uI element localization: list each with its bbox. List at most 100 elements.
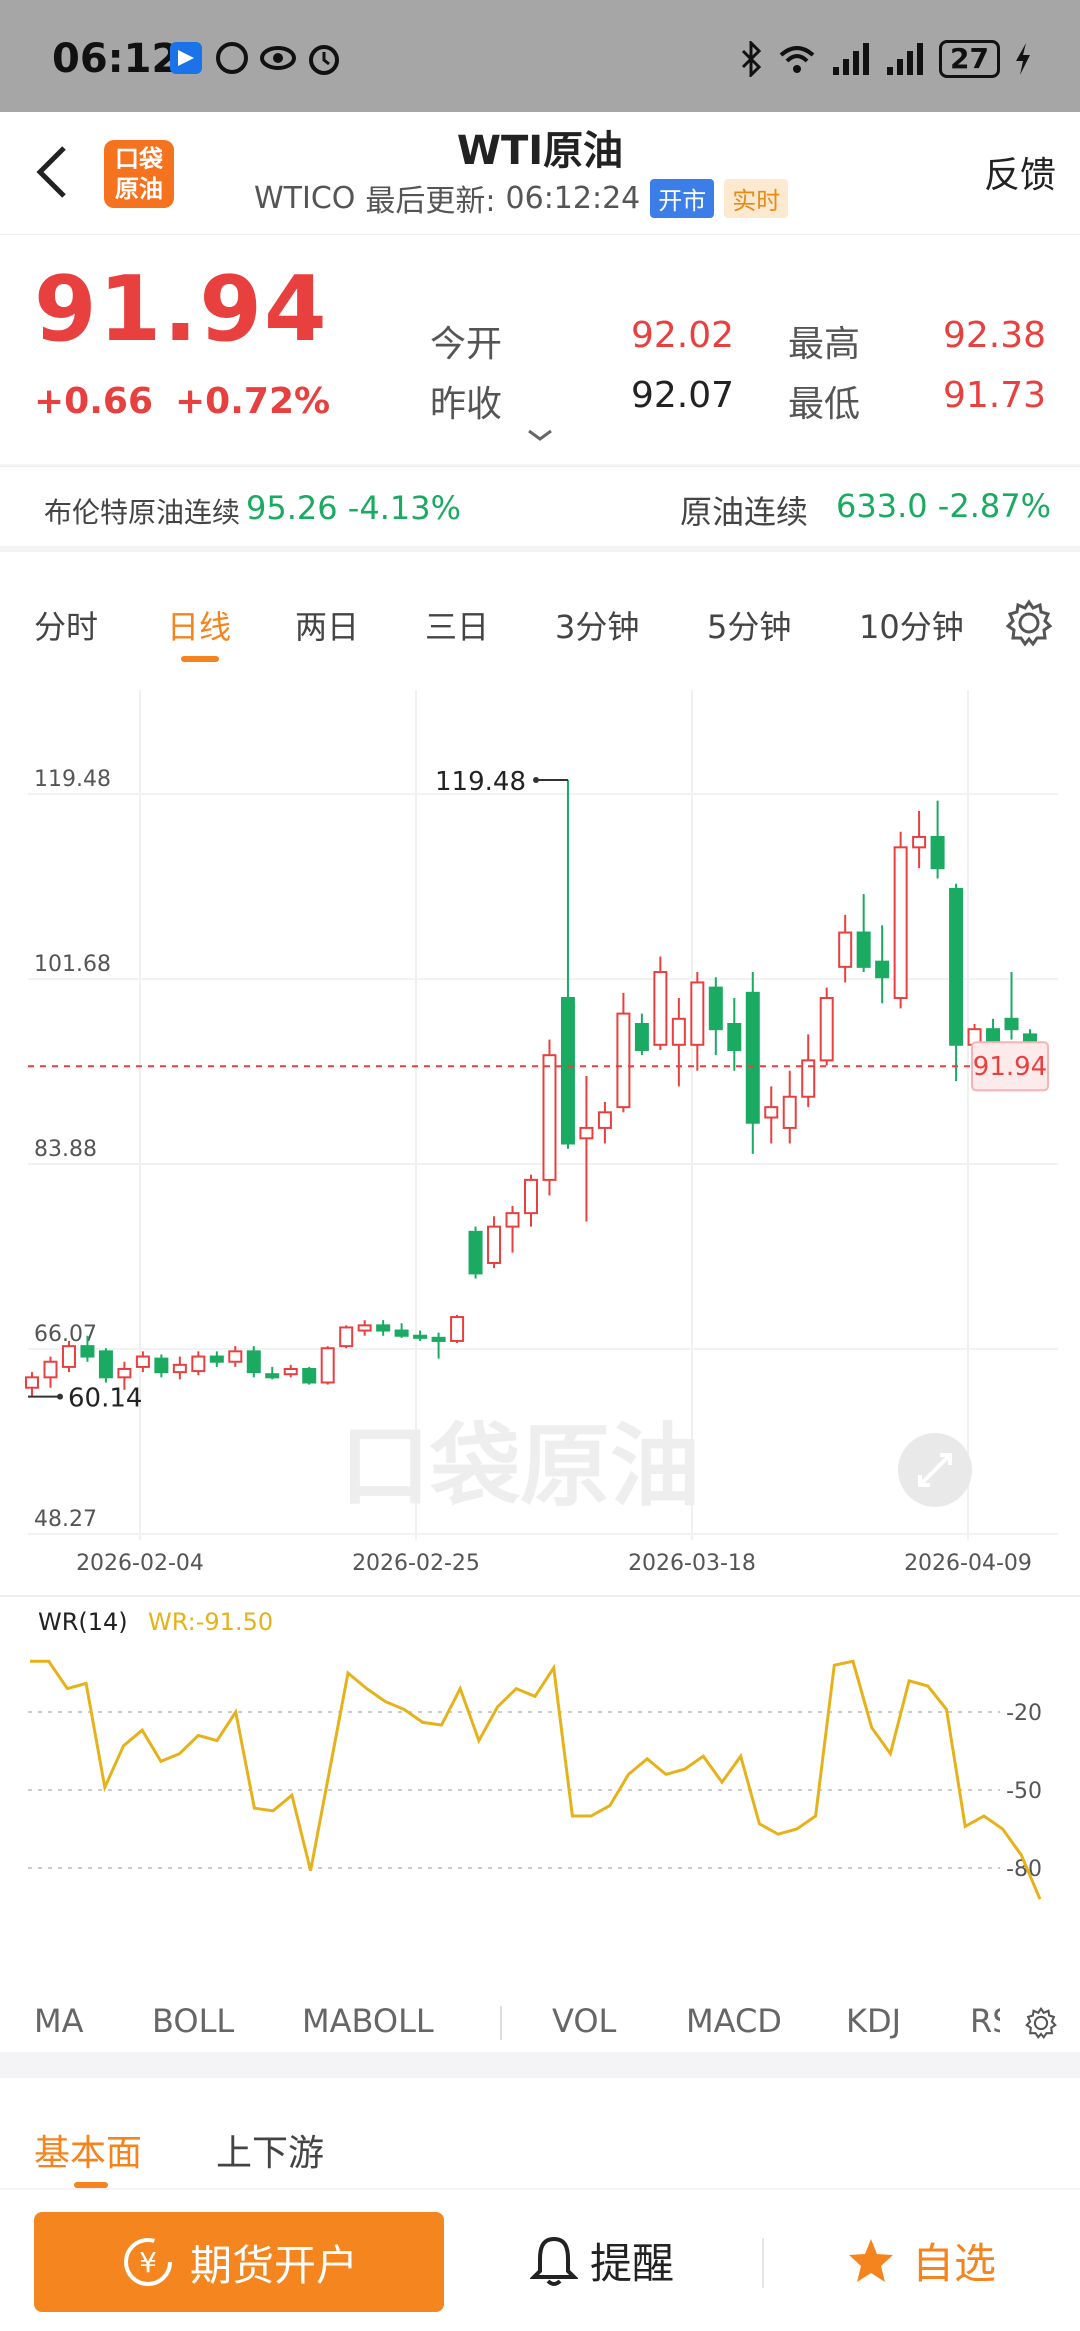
candle-body (468, 1230, 483, 1275)
candle-body (727, 1022, 742, 1051)
feedback-button[interactable]: 反馈 (984, 146, 1056, 198)
x-tick-label: 2026-02-04 (76, 1551, 204, 1576)
candle-body (560, 997, 575, 1145)
chart-card: 分时 日线 两日 三日 3分钟 5分钟 10分钟 口袋原油 119.48 101.… (0, 552, 1080, 2052)
tab-supply-chain[interactable]: 上下游 (216, 2124, 324, 2176)
y-tick-label: 48.27 (34, 1507, 97, 1532)
expand-chevron-icon[interactable] (525, 425, 555, 445)
candle-body (579, 1126, 594, 1140)
y-tick-label: 119.48 (34, 767, 111, 792)
high-label: 最高 (788, 324, 861, 365)
signal-icon-1 (833, 43, 870, 75)
wr-value: WR:-91.50 (148, 1608, 273, 1636)
x-tick-label: 2026-02-25 (352, 1551, 480, 1576)
min-marker-dot (57, 1393, 63, 1400)
candle-body (413, 1334, 428, 1339)
candle-body (209, 1355, 224, 1363)
status-system-icons: 27 (739, 40, 1032, 78)
y-tick-label: 83.88 (34, 1137, 97, 1162)
indicator-macd[interactable]: MACD (686, 2002, 782, 2040)
bottom-divider (762, 2238, 764, 2288)
last-price-label: 91.94 (973, 1052, 1047, 1082)
candle-body (135, 1355, 150, 1368)
indicator-bar: MA BOLL MABOLL VOL MACD KDJ RS (0, 1972, 1080, 2052)
candle-body (431, 1336, 446, 1342)
candle-body (1004, 1017, 1019, 1031)
candle-body (117, 1368, 132, 1379)
candle-body (653, 971, 668, 1046)
wifi-icon (779, 46, 815, 73)
y-tick-label: 101.68 (34, 952, 111, 977)
min-marker-label: 60.14 (68, 1384, 142, 1414)
candle-body (690, 981, 705, 1046)
candle-body (154, 1357, 169, 1374)
page-title: WTI原油 (456, 128, 624, 174)
x-tick-label: 2026-03-18 (628, 1551, 756, 1576)
candle-body (302, 1368, 317, 1384)
indicator-boll[interactable]: BOLL (152, 2002, 234, 2040)
status-time: 06:12 (52, 36, 180, 82)
info-tabs: 基本面 上下游 (0, 2078, 1080, 2188)
favorite-label: 自选 (912, 2239, 997, 2288)
bell-icon (530, 2236, 578, 2286)
remind-button[interactable]: 提醒 (530, 2230, 674, 2291)
yuan-icon: ¥ (123, 2238, 172, 2286)
candle-body (671, 1017, 686, 1046)
info-tab-indicator (74, 2182, 108, 2188)
candle-body (25, 1376, 39, 1389)
open-label: 今开 (430, 324, 503, 365)
indicator-kdj[interactable]: KDJ (846, 2002, 901, 2040)
prev-close-label: 昨收 (430, 384, 503, 425)
candle-body (43, 1360, 58, 1379)
alarm-icon (306, 40, 342, 76)
candle-body (61, 1345, 76, 1368)
candle-body (949, 887, 964, 1046)
max-min-markers: 119.48 60.14 (28, 767, 568, 1414)
indicator-vol[interactable]: VOL (552, 2002, 616, 2040)
wr-title: WR(14) (38, 1608, 128, 1636)
wr-indicator-panel: WR(14) WR:-91.50-20-50-80 (0, 1595, 1080, 1900)
indicator-ma[interactable]: MA (34, 2002, 84, 2040)
bottom-action-bar: ¥ 期货开户 提醒 自选 (0, 2190, 1080, 2331)
y-axis-ticks: 119.48101.6883.8866.0748.27 (34, 767, 111, 1532)
kline-chart[interactable]: 口袋原油 119.48101.6883.8866.0748.27 91.94 1… (0, 552, 1080, 1972)
indicator-maboll[interactable]: MABOLL (302, 2002, 434, 2040)
tab-fundamentals[interactable]: 基本面 (34, 2124, 142, 2176)
candle-body (634, 1022, 649, 1051)
candle-body (357, 1324, 372, 1332)
max-marker-label: 119.48 (435, 767, 526, 797)
instrument-code: WTICO (254, 180, 356, 216)
signal-icon-2 (887, 43, 924, 75)
candle-body (912, 835, 927, 849)
indicator-rsi[interactable]: RS (970, 2002, 1000, 2040)
candle-body (782, 1095, 797, 1129)
update-info: WTICO 最后更新: 06:12:24 开市 实时 (254, 176, 789, 220)
fullscreen-button[interactable] (898, 1433, 972, 1507)
update-time: 06:12:24 (505, 180, 641, 216)
candle-body (450, 1316, 465, 1342)
open-futures-account-button[interactable]: ¥ 期货开户 (34, 2212, 444, 2312)
candle-body (745, 991, 760, 1124)
candle-body (265, 1373, 280, 1379)
related-contracts-bar[interactable]: 布伦特原油连续 95.26 -4.13% 原油连续 633.0 -2.87% (0, 466, 1080, 546)
realtime-badge: 实时 (724, 178, 789, 218)
candle-body (80, 1345, 95, 1358)
x-axis-ticks: 2026-02-04 2026-02-25 2026-03-18 2026-04-09 (76, 1551, 1032, 1576)
chat-icon (214, 40, 250, 76)
high-value: 92.38 (942, 315, 1046, 356)
candle-body (764, 1106, 779, 1119)
indicator-settings-gear-icon[interactable] (1024, 2006, 1058, 2040)
logo-text-bottom: 原油 (115, 175, 163, 203)
candle-body (246, 1350, 261, 1374)
candle-body (320, 1347, 335, 1384)
add-favorite-button[interactable]: 自选 (846, 2230, 996, 2291)
price-change: +0.66 +0.72% (34, 381, 330, 422)
brent-label: 布伦特原油连续 (44, 496, 241, 529)
candle-body (376, 1324, 391, 1332)
candle-body (616, 1012, 631, 1109)
candle-body (339, 1326, 354, 1348)
candle-body (505, 1212, 520, 1228)
candle-body (597, 1111, 612, 1129)
battery-indicator: 27 (939, 40, 1000, 78)
candle-body (819, 997, 834, 1062)
